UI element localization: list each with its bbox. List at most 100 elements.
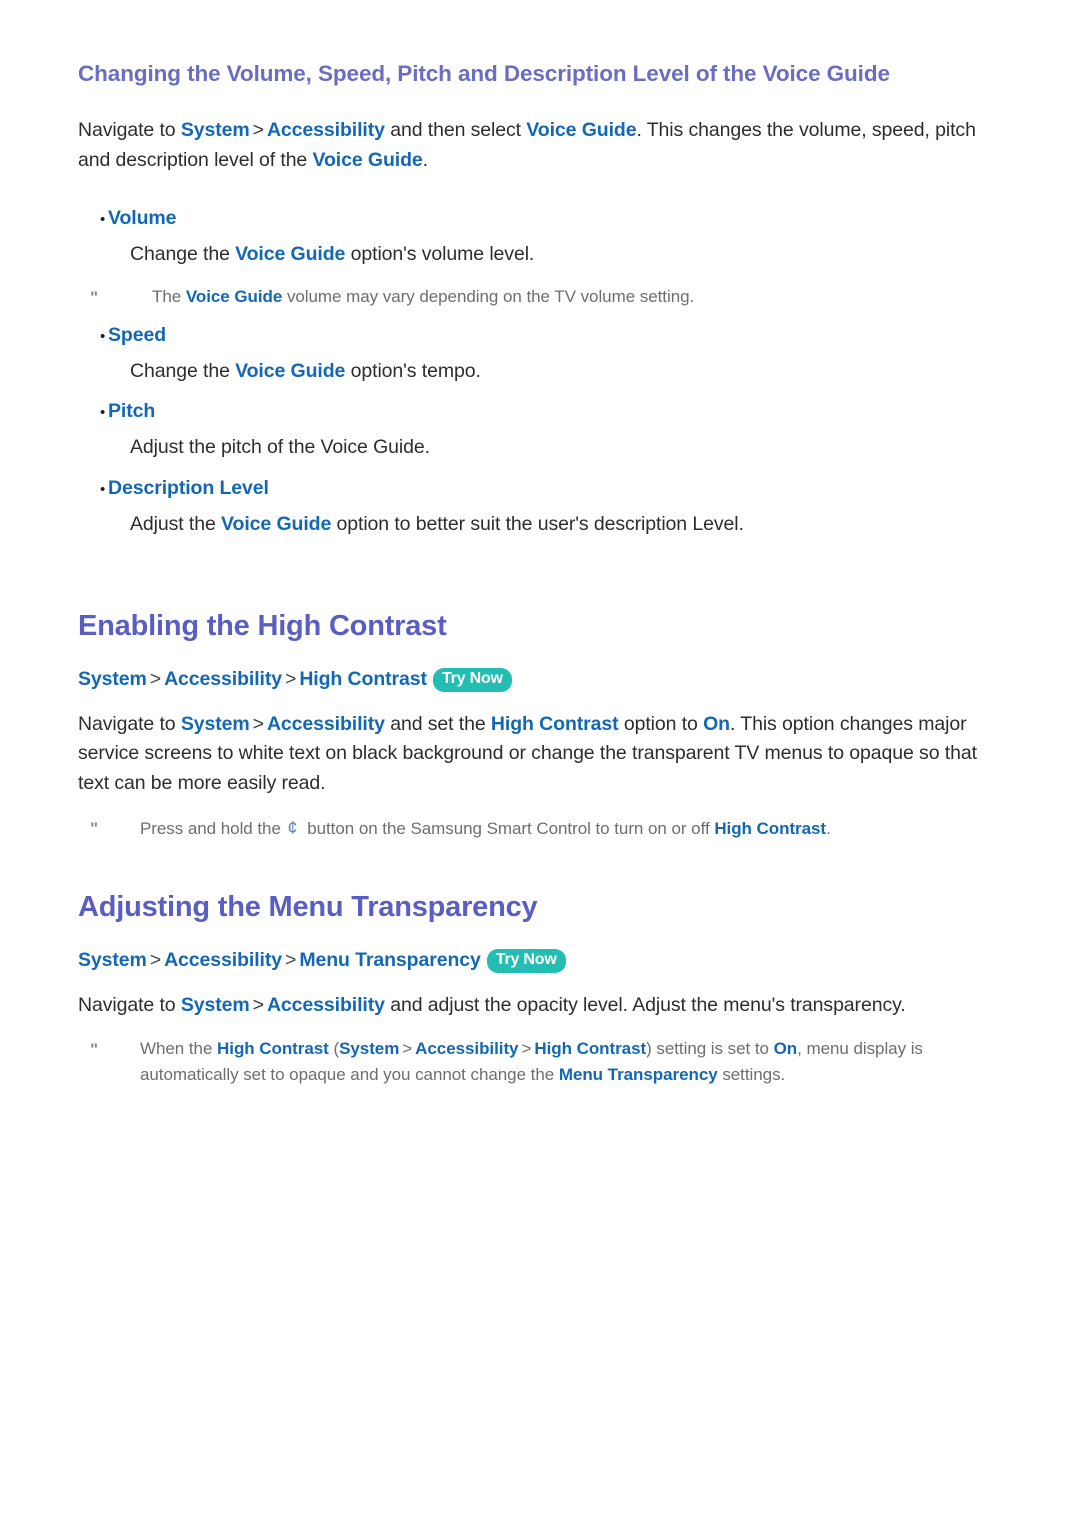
bullet-dot-icon: • [100, 480, 106, 498]
desc-text-1: Change the [130, 360, 236, 383]
bullet-dot-icon: • [100, 404, 106, 422]
desc-text-2: option's tempo. [345, 360, 481, 383]
link-accessibility[interactable]: Accessibility [267, 713, 385, 735]
intro-paragraph-voice-guide: Navigate to System > Accessibility and the… [78, 116, 1002, 175]
path-separator-icon: > [252, 119, 264, 142]
remote-button-icon: ¢ [287, 817, 298, 838]
link-system[interactable]: System [181, 994, 250, 1016]
path-separator-icon: > [285, 948, 297, 971]
note-text-3: . [826, 818, 831, 838]
note-menu-transparency-text: When the High Contrast (System > Accessibi… [140, 1036, 1002, 1088]
breadcrumb-high-contrast: System > Accessibility > High Contrast Try No… [78, 666, 1002, 694]
link-voice-guide[interactable]: Voice Guide [221, 513, 331, 535]
desc-text-1: Adjust the [130, 512, 222, 535]
link-system[interactable]: System [181, 119, 250, 141]
list-item-volume: • Volume [78, 207, 1002, 230]
list-item-desc-description-level: Adjust the Voice Guide option to better … [78, 510, 1002, 539]
note-text-2: button on the Samsung Smart Control to t… [302, 818, 715, 838]
desc-text-2: option's volume level. [345, 243, 535, 266]
note-menu-transparency: " When the High Contrast (System > Accessi… [78, 1036, 1002, 1088]
breadcrumb-item-high-contrast[interactable]: High Contrast [299, 668, 427, 690]
body-text-1: Navigate to [78, 993, 181, 1016]
breadcrumb-menu-transparency: System > Accessibility > Menu Transparency Tr… [78, 947, 1002, 975]
link-accessibility[interactable]: Accessibility [267, 994, 385, 1016]
link-voice-guide[interactable]: Voice Guide [235, 243, 345, 265]
try-now-badge[interactable]: Try Now [432, 667, 512, 692]
intro-text-2: and then select [384, 119, 527, 142]
path-separator-icon: > [149, 948, 162, 971]
bullet-dot-icon: • [100, 211, 106, 229]
link-accessibility[interactable]: Accessibility [267, 119, 385, 141]
breadcrumb-item-accessibility[interactable]: Accessibility [164, 949, 282, 971]
list-item-label-description-level[interactable]: Description Level [108, 477, 269, 500]
note-text-1: When the [140, 1039, 218, 1059]
note-high-contrast-text: Press and hold the ¢ button on the Samsu… [140, 815, 831, 842]
body-paragraph-menu-transparency: Navigate to System > Accessibility and adj… [78, 991, 1002, 1021]
list-item-label-pitch[interactable]: Pitch [108, 400, 155, 423]
breadcrumb-item-accessibility[interactable]: Accessibility [164, 668, 282, 690]
bullet-dot-icon: • [100, 328, 106, 346]
intro-text-4: . [422, 148, 428, 171]
desc-text-1: Adjust the pitch of the Voice Guide. [130, 436, 430, 459]
list-item-label-speed[interactable]: Speed [108, 324, 166, 347]
link-high-contrast[interactable]: High Contrast [217, 1039, 329, 1058]
note-marker-icon: " [90, 818, 99, 838]
path-separator-icon: > [402, 1039, 413, 1059]
link-on[interactable]: On [774, 1039, 798, 1058]
path-separator-icon: > [521, 1039, 532, 1059]
body-text-2: and adjust the opacity level. Adjust the… [384, 993, 906, 1016]
link-voice-guide[interactable]: Voice Guide [235, 360, 345, 382]
breadcrumb-item-system[interactable]: System [78, 668, 147, 690]
section-heading-menu-transparency: Adjusting the Menu Transparency [78, 890, 538, 923]
link-high-contrast-2[interactable]: High Contrast [534, 1039, 646, 1058]
body-text-2: and set the [384, 712, 491, 735]
path-separator-icon: > [252, 993, 264, 1016]
list-item-desc-speed: Change the Voice Guide option's tempo. [78, 357, 1002, 386]
section-heading-voice-guide: Changing the Volume, Speed, Pitch and De… [78, 61, 890, 86]
desc-text-1: Change the [130, 243, 236, 266]
section-heading-high-contrast: Enabling the High Contrast [78, 609, 447, 642]
body-paragraph-high-contrast: Navigate to System > Accessibility and set… [78, 710, 1002, 799]
manual-page: Changing the Volume, Speed, Pitch and De… [0, 0, 1080, 1527]
list-item-label-volume[interactable]: Volume [108, 207, 176, 230]
body-text-3: option to [618, 712, 704, 735]
link-voice-guide[interactable]: Voice Guide [186, 287, 282, 306]
list-item-pitch: • Pitch [78, 400, 1002, 423]
list-item-desc-volume: Change the Voice Guide option's volume l… [78, 240, 1002, 269]
path-separator-icon: > [252, 712, 264, 735]
link-high-contrast[interactable]: High Contrast [491, 713, 619, 735]
note-marker-icon: " [90, 287, 99, 307]
note-marker-icon: " [90, 1040, 99, 1060]
link-system[interactable]: System [339, 1039, 399, 1058]
note-text-2: volume may vary depending on the TV volu… [282, 286, 695, 306]
list-item-desc-pitch: Adjust the pitch of the Voice Guide. [78, 433, 1002, 462]
try-now-badge[interactable]: Try Now [486, 948, 566, 973]
note-volume: " The Voice Guide volume may vary depend… [78, 284, 1002, 311]
link-voice-guide-2[interactable]: Voice Guide [313, 149, 423, 171]
note-text-5: settings. [717, 1065, 786, 1085]
note-text-1: Press and hold the [140, 818, 286, 838]
breadcrumb-item-system[interactable]: System [78, 949, 147, 971]
link-system[interactable]: System [181, 713, 250, 735]
note-volume-text: The Voice Guide volume may vary dependin… [152, 284, 694, 310]
link-high-contrast[interactable]: High Contrast [714, 819, 826, 838]
path-separator-icon: > [149, 667, 162, 690]
desc-text-2: option to better suit the user's descrip… [331, 512, 744, 535]
note-text-1: The [152, 286, 186, 306]
list-item-speed: • Speed [78, 324, 1002, 347]
note-text-2: ( [328, 1039, 340, 1059]
link-on[interactable]: On [703, 713, 730, 735]
path-separator-icon: > [285, 667, 297, 690]
list-item-description-level: • Description Level [78, 477, 1002, 500]
note-text-3: ) setting is set to [646, 1039, 774, 1059]
breadcrumb-item-menu-transparency[interactable]: Menu Transparency [299, 949, 481, 971]
note-high-contrast: " Press and hold the ¢ button on the Sam… [78, 815, 1002, 842]
link-voice-guide[interactable]: Voice Guide [526, 119, 636, 141]
intro-text-1: Navigate to [78, 119, 181, 142]
link-accessibility[interactable]: Accessibility [415, 1039, 518, 1058]
link-menu-transparency[interactable]: Menu Transparency [559, 1065, 718, 1084]
body-text-1: Navigate to [78, 712, 181, 735]
